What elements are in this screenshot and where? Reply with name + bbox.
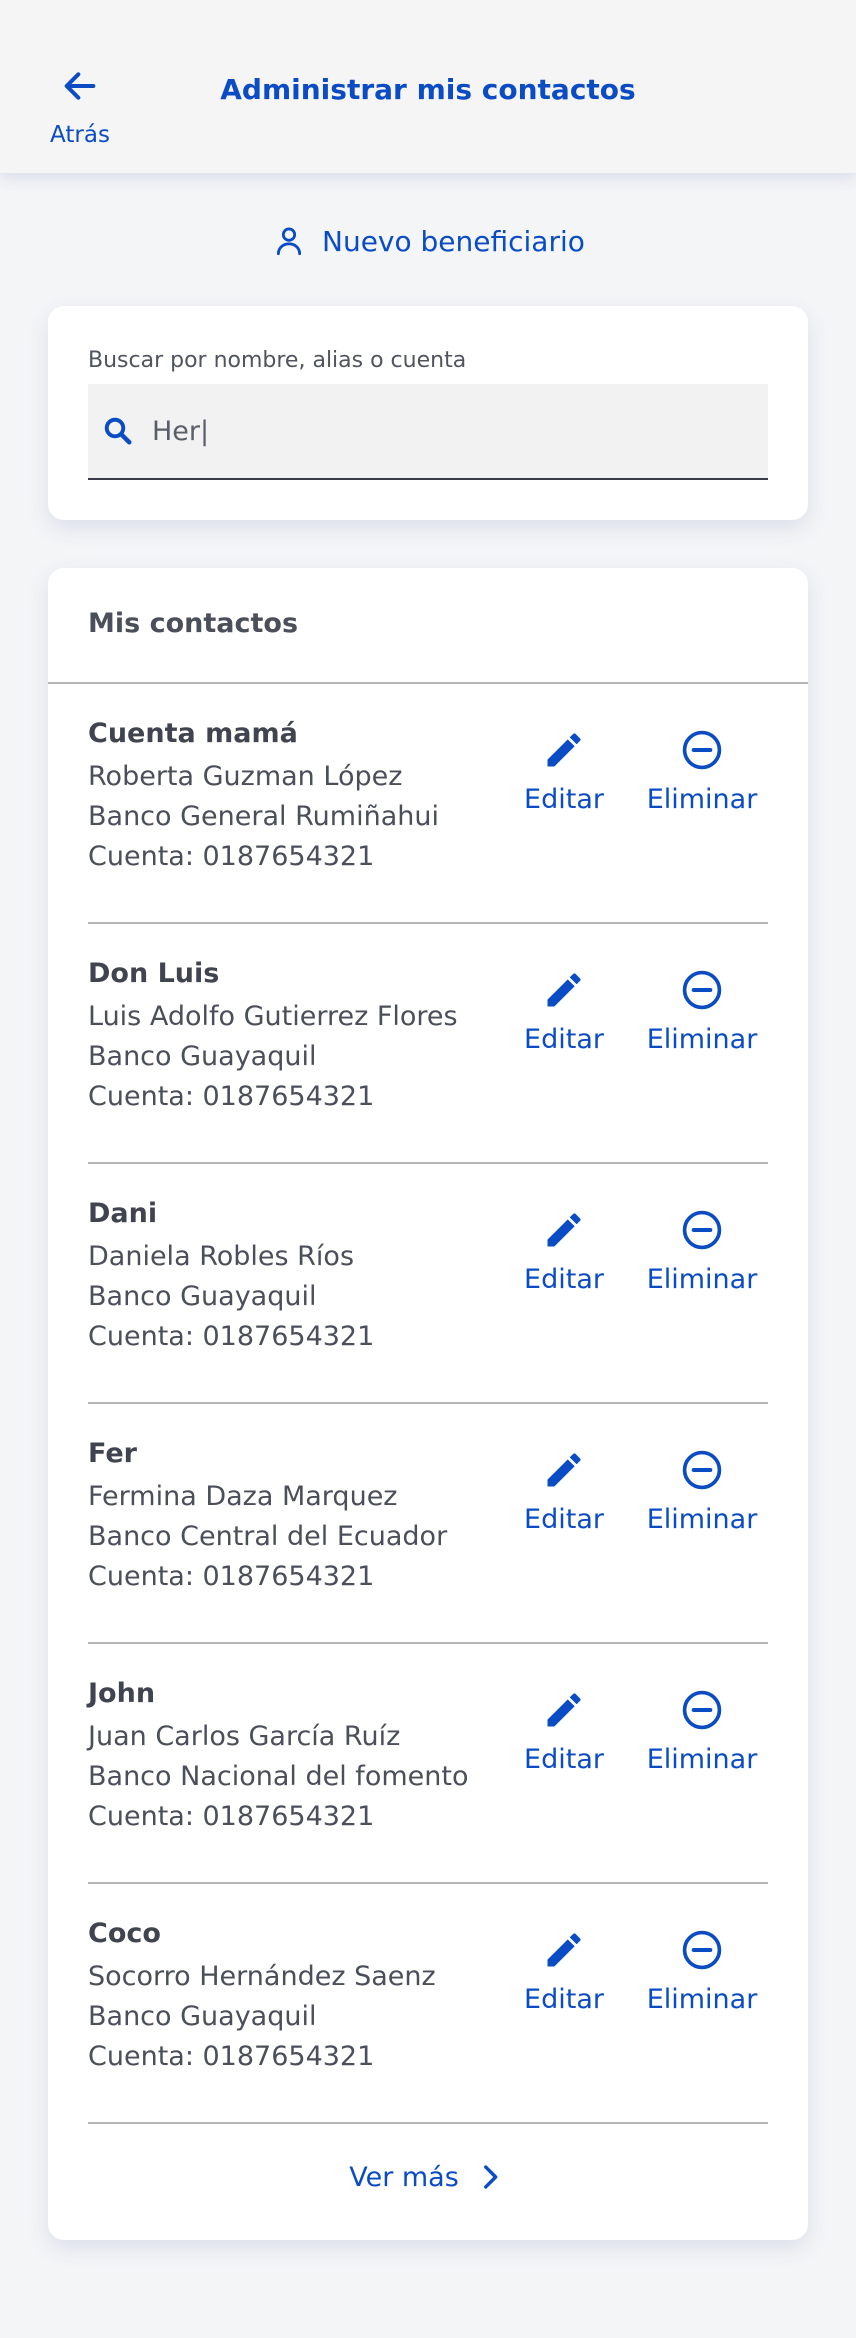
contact-item: Cuenta mamá Roberta Guzman López Banco G… (88, 684, 768, 924)
contacts-card: Mis contactos Cuenta mamá Roberta Guzman… (48, 568, 808, 2240)
new-beneficiary-button[interactable]: Nuevo beneficiario (272, 219, 585, 263)
delete-label: Eliminar (646, 1264, 758, 1295)
contact-account: Cuenta: 0187654321 (88, 841, 375, 872)
see-more-button[interactable]: Ver más (48, 2160, 808, 2194)
contact-item: Fer Fermina Daza Marquez Banco Central d… (88, 1404, 768, 1644)
contact-item: Dani Daniela Robles Ríos Banco Guayaquil… (88, 1164, 768, 1404)
edit-label: Editar (524, 1984, 604, 2015)
pencil-icon (547, 1933, 581, 1967)
contact-bank: Banco Guayaquil (88, 1041, 317, 1072)
minus-circle-icon (682, 1690, 722, 1730)
contact-account: Cuenta: 0187654321 (88, 1801, 375, 1832)
search-icon (104, 417, 132, 445)
page-title: Administrar mis contactos (220, 73, 636, 106)
edit-label: Editar (524, 1264, 604, 1295)
contact-account: Cuenta: 0187654321 (88, 1561, 375, 1592)
edit-button[interactable]: Editar (516, 1208, 612, 1295)
contact-item: John Juan Carlos García Ruíz Banco Nacio… (88, 1644, 768, 1884)
delete-button[interactable]: Eliminar (640, 968, 764, 1055)
contact-bank: Banco Guayaquil (88, 2001, 317, 2032)
chevron-right-icon (483, 2165, 498, 2189)
contact-name: Juan Carlos García Ruíz (88, 1721, 401, 1752)
new-beneficiary-label: Nuevo beneficiario (322, 224, 585, 258)
contact-account: Cuenta: 0187654321 (88, 1321, 375, 1352)
contact-alias: Don Luis (88, 958, 220, 989)
contact-bank: Banco Guayaquil (88, 1281, 317, 1312)
edit-label: Editar (524, 784, 604, 815)
contact-alias: Fer (88, 1438, 137, 1469)
contact-alias: Coco (88, 1918, 161, 1949)
contact-name: Roberta Guzman López (88, 761, 403, 792)
delete-label: Eliminar (646, 1024, 758, 1055)
minus-circle-icon (682, 730, 722, 770)
contact-alias: John (88, 1678, 156, 1709)
contact-item: Coco Socorro Hernández Saenz Banco Guaya… (88, 1884, 768, 2124)
search-card: Buscar por nombre, alias o cuenta (48, 306, 808, 520)
contact-name: Daniela Robles Ríos (88, 1241, 355, 1272)
search-input[interactable] (152, 415, 712, 447)
pencil-icon (547, 1453, 581, 1487)
pencil-icon (547, 973, 581, 1007)
delete-label: Eliminar (646, 1504, 758, 1535)
contact-bank: Banco Nacional del fomento (88, 1761, 469, 1792)
contact-name: Socorro Hernández Saenz (88, 1961, 436, 1992)
person-icon (276, 227, 302, 256)
edit-button[interactable]: Editar (516, 1448, 612, 1535)
delete-label: Eliminar (646, 1984, 758, 2015)
minus-circle-icon (682, 1210, 722, 1250)
contacts-title: Mis contactos (88, 608, 299, 639)
pencil-icon (547, 1693, 581, 1727)
delete-label: Eliminar (646, 784, 758, 815)
delete-button[interactable]: Eliminar (640, 1448, 764, 1535)
edit-label: Editar (524, 1024, 604, 1055)
top-bar: Atrás Administrar mis contactos (0, 0, 856, 173)
contact-alias: Dani (88, 1198, 158, 1229)
contact-account: Cuenta: 0187654321 (88, 1081, 375, 1112)
edit-label: Editar (524, 1504, 604, 1535)
edit-label: Editar (524, 1744, 604, 1775)
pencil-icon (547, 1213, 581, 1247)
minus-circle-icon (682, 1450, 722, 1490)
contact-item: Don Luis Luis Adolfo Gutierrez Flores Ba… (88, 924, 768, 1164)
edit-button[interactable]: Editar (516, 1688, 612, 1775)
edit-button[interactable]: Editar (516, 728, 612, 815)
search-label: Buscar por nombre, alias o cuenta (88, 348, 467, 373)
contact-name: Fermina Daza Marquez (88, 1481, 398, 1512)
contact-alias: Cuenta mamá (88, 718, 298, 749)
delete-label: Eliminar (646, 1744, 758, 1775)
see-more-label: Ver más (349, 2161, 459, 2193)
delete-button[interactable]: Eliminar (640, 1928, 764, 2015)
edit-button[interactable]: Editar (516, 1928, 612, 2015)
divider (88, 2122, 768, 2124)
edit-button[interactable]: Editar (516, 968, 612, 1055)
pencil-icon (547, 733, 581, 767)
contact-account: Cuenta: 0187654321 (88, 2041, 375, 2072)
contact-bank: Banco Central del Ecuador (88, 1521, 448, 1552)
contact-name: Luis Adolfo Gutierrez Flores (88, 1001, 458, 1032)
delete-button[interactable]: Eliminar (640, 1688, 764, 1775)
delete-button[interactable]: Eliminar (640, 728, 764, 815)
search-field[interactable] (88, 384, 768, 480)
back-label: Atrás (50, 122, 110, 148)
contact-bank: Banco General Rumiñahui (88, 801, 439, 832)
minus-circle-icon (682, 1930, 722, 1970)
delete-button[interactable]: Eliminar (640, 1208, 764, 1295)
minus-circle-icon (682, 970, 722, 1010)
